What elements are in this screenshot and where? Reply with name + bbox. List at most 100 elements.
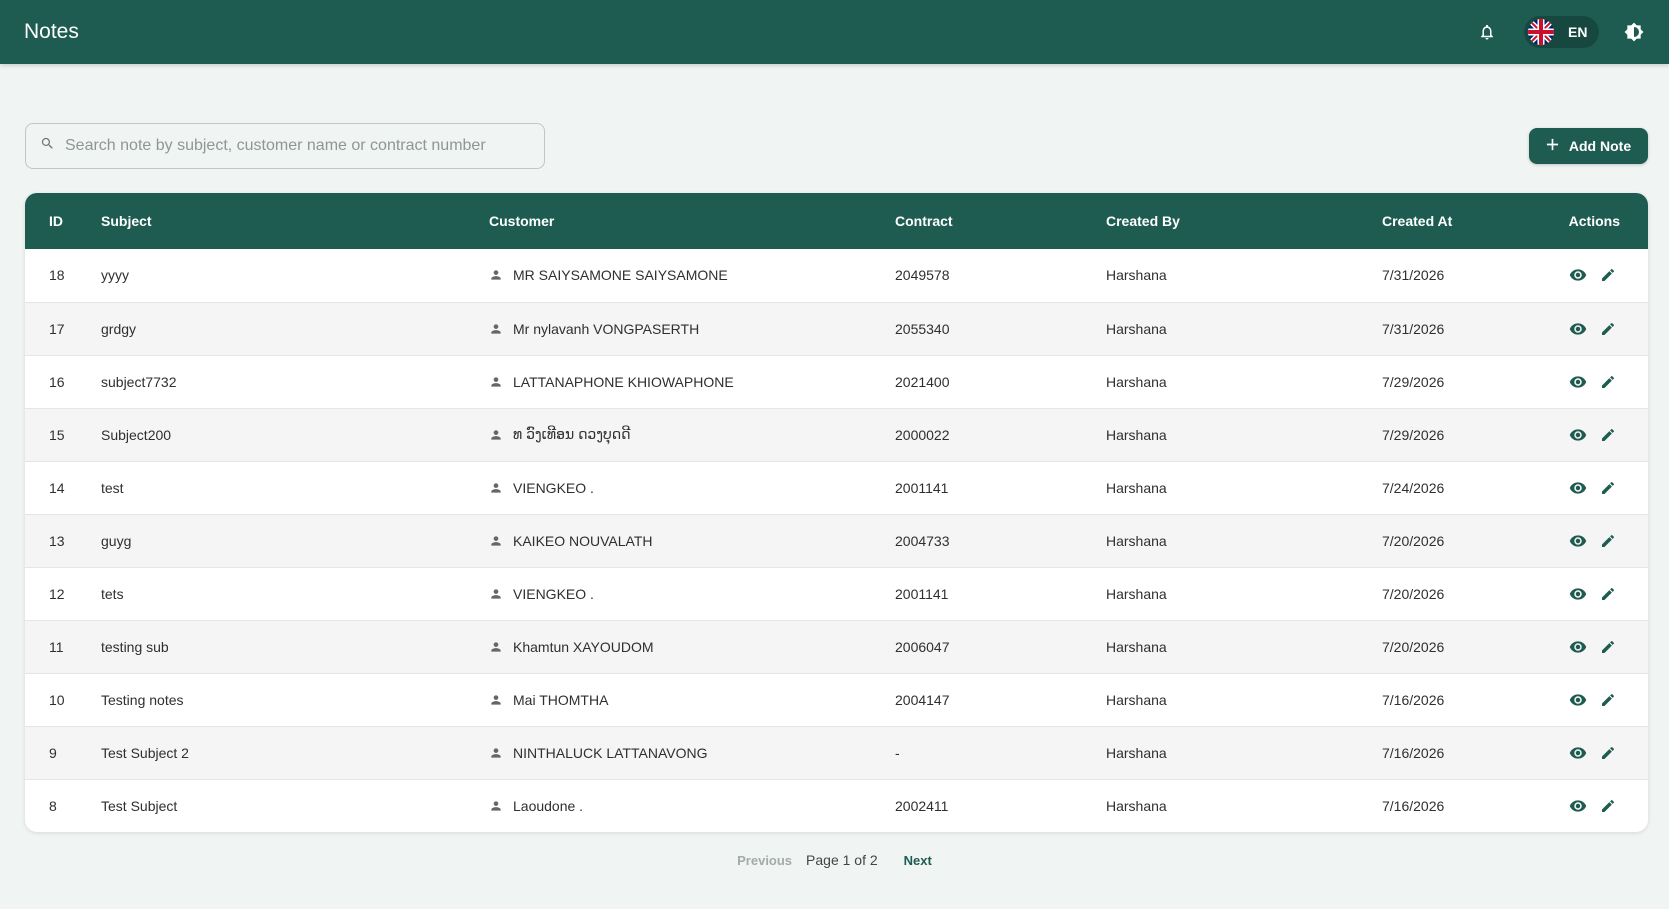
cell-customer: KAIKEO NOUVALATH xyxy=(489,533,895,549)
eye-icon[interactable] xyxy=(1568,743,1588,763)
table-row[interactable]: 10 Testing notes Mai THOMTHA 2004147 Harshan… xyxy=(25,673,1648,726)
cell-id: 17 xyxy=(49,320,65,337)
language-selector[interactable]: EN xyxy=(1524,16,1599,48)
pencil-icon[interactable] xyxy=(1598,372,1618,392)
eye-icon[interactable] xyxy=(1568,531,1588,551)
person-icon xyxy=(489,640,503,654)
table-row[interactable]: 11 testing sub Khamtun XAYOUDOM 2006047 Hars… xyxy=(25,620,1648,673)
cell-id: 11 xyxy=(49,638,64,655)
cell-created-by: Harshana xyxy=(1106,532,1167,549)
cell-created-by: Harshana xyxy=(1106,638,1167,655)
pencil-icon[interactable] xyxy=(1598,637,1618,657)
eye-icon[interactable] xyxy=(1568,372,1588,392)
cell-customer: VIENGKEO . xyxy=(489,586,895,602)
cell-id: 15 xyxy=(49,426,65,443)
column-header-customer[interactable]: Customer xyxy=(489,193,895,249)
cell-created-at: 7/20/2026 xyxy=(1382,532,1445,549)
customer-name: LATTANAPHONE KHIOWAPHONE xyxy=(513,373,734,390)
eye-icon[interactable] xyxy=(1568,637,1588,657)
eye-icon[interactable] xyxy=(1568,584,1588,604)
column-header-id[interactable]: ID xyxy=(25,193,101,249)
theme-toggle-icon[interactable] xyxy=(1623,21,1645,43)
cell-id: 14 xyxy=(49,479,65,496)
person-icon xyxy=(489,268,503,282)
table-row[interactable]: 8 Test Subject Laoudone . 2002411 Harshana 7/… xyxy=(25,779,1648,832)
cell-subject: Testing notes xyxy=(101,691,184,708)
column-header-created-at[interactable]: Created At xyxy=(1382,193,1532,249)
table-row[interactable]: 14 test VIENGKEO . 2001141 Harshana 7/24/2026 xyxy=(25,461,1648,514)
row-actions xyxy=(1532,478,1648,498)
customer-name: Mr nylavanh VONGPASERTH xyxy=(513,320,700,337)
eye-icon[interactable] xyxy=(1568,478,1588,498)
cell-customer: ທ ວົງເທີອນ ດວງບຸດດີ xyxy=(489,426,895,443)
cell-created-at: 7/20/2026 xyxy=(1382,585,1445,602)
cell-id: 13 xyxy=(49,532,65,549)
cell-contract: 2004733 xyxy=(895,532,950,549)
cell-id: 10 xyxy=(49,691,65,708)
table-row[interactable]: 15 Subject200 ທ ວົງເທີອນ ດວງບຸດດີ 2000022 Ha… xyxy=(25,408,1648,461)
cell-created-by: Harshana xyxy=(1106,797,1167,814)
cell-created-at: 7/29/2026 xyxy=(1382,426,1445,443)
table-row[interactable]: 16 subject7732 LATTANAPHONE KHIOWAPHONE 202… xyxy=(25,355,1648,408)
cell-subject: subject7732 xyxy=(101,373,177,390)
previous-page-button[interactable]: Previous xyxy=(737,853,792,868)
customer-name: NINTHALUCK LATTANAVONG xyxy=(513,744,708,761)
pencil-icon[interactable] xyxy=(1598,319,1618,339)
cell-subject: yyyy xyxy=(101,267,129,284)
cell-id: 9 xyxy=(49,744,57,761)
eye-icon[interactable] xyxy=(1568,690,1588,710)
bell-icon[interactable] xyxy=(1476,21,1498,43)
cell-created-at: 7/29/2026 xyxy=(1382,373,1445,390)
row-actions xyxy=(1532,425,1648,445)
eye-icon[interactable] xyxy=(1568,796,1588,816)
page-indicator: Page 1 of 2 xyxy=(806,852,878,868)
eye-icon[interactable] xyxy=(1568,319,1588,339)
add-note-button[interactable]: Add Note xyxy=(1529,128,1648,164)
table-row[interactable]: 9 Test Subject 2 NINTHALUCK LATTANAVONG - Ha… xyxy=(25,726,1648,779)
pencil-icon[interactable] xyxy=(1598,425,1618,445)
person-icon xyxy=(489,746,503,760)
column-header-contract[interactable]: Contract xyxy=(895,193,1106,249)
eye-icon[interactable] xyxy=(1568,265,1588,285)
customer-name: VIENGKEO . xyxy=(513,585,594,602)
search-input[interactable] xyxy=(65,137,544,155)
pencil-icon[interactable] xyxy=(1598,265,1618,285)
cell-customer: NINTHALUCK LATTANAVONG xyxy=(489,745,895,761)
cell-created-by: Harshana xyxy=(1106,373,1167,390)
table-row[interactable]: 18 yyyy MR SAIYSAMONE SAIYSAMONE 2049578 Har… xyxy=(25,249,1648,302)
cell-created-at: 7/31/2026 xyxy=(1382,267,1445,284)
cell-created-at: 7/31/2026 xyxy=(1382,320,1445,337)
page-title: Notes xyxy=(24,20,79,43)
pencil-icon[interactable] xyxy=(1598,531,1618,551)
pencil-icon[interactable] xyxy=(1598,690,1618,710)
customer-name: MR SAIYSAMONE SAIYSAMONE xyxy=(513,267,728,284)
table-row[interactable]: 17 grdgy Mr nylavanh VONGPASERTH 2055340 Har… xyxy=(25,302,1648,355)
customer-name: Khamtun XAYOUDOM xyxy=(513,638,654,655)
language-code: EN xyxy=(1568,24,1588,40)
next-page-button[interactable]: Next xyxy=(904,853,932,868)
cell-created-at: 7/24/2026 xyxy=(1382,479,1445,496)
eye-icon[interactable] xyxy=(1568,425,1588,445)
cell-created-by: Harshana xyxy=(1106,426,1167,443)
pencil-icon[interactable] xyxy=(1598,743,1618,763)
person-icon xyxy=(489,322,503,336)
search-box[interactable] xyxy=(25,123,545,169)
cell-contract: 2055340 xyxy=(895,320,950,337)
plus-icon xyxy=(1546,138,1559,154)
table-body: 18 yyyy MR SAIYSAMONE SAIYSAMONE 2049578 Har… xyxy=(25,249,1648,832)
cell-subject: grdgy xyxy=(101,320,137,337)
notes-page: Notes EN Search note by subject, custome… xyxy=(0,0,1669,909)
pencil-icon[interactable] xyxy=(1598,584,1618,604)
cell-contract: 2002411 xyxy=(895,797,949,814)
table-row[interactable]: 12 tets VIENGKEO . 2001141 Harshana 7/20/2026 xyxy=(25,567,1648,620)
pencil-icon[interactable] xyxy=(1598,796,1618,816)
table-row[interactable]: 13 guyg KAIKEO NOUVALATH 2004733 Harshana 7/2… xyxy=(25,514,1648,567)
column-header-created-by[interactable]: Created By xyxy=(1106,193,1382,249)
uk-flag-icon xyxy=(1528,19,1554,45)
column-header-subject[interactable]: Subject xyxy=(101,193,489,249)
cell-contract: 2006047 xyxy=(895,638,950,655)
cell-created-at: 7/16/2026 xyxy=(1382,797,1445,814)
person-icon xyxy=(489,693,503,707)
cell-created-by: Harshana xyxy=(1106,585,1167,602)
pencil-icon[interactable] xyxy=(1598,478,1618,498)
